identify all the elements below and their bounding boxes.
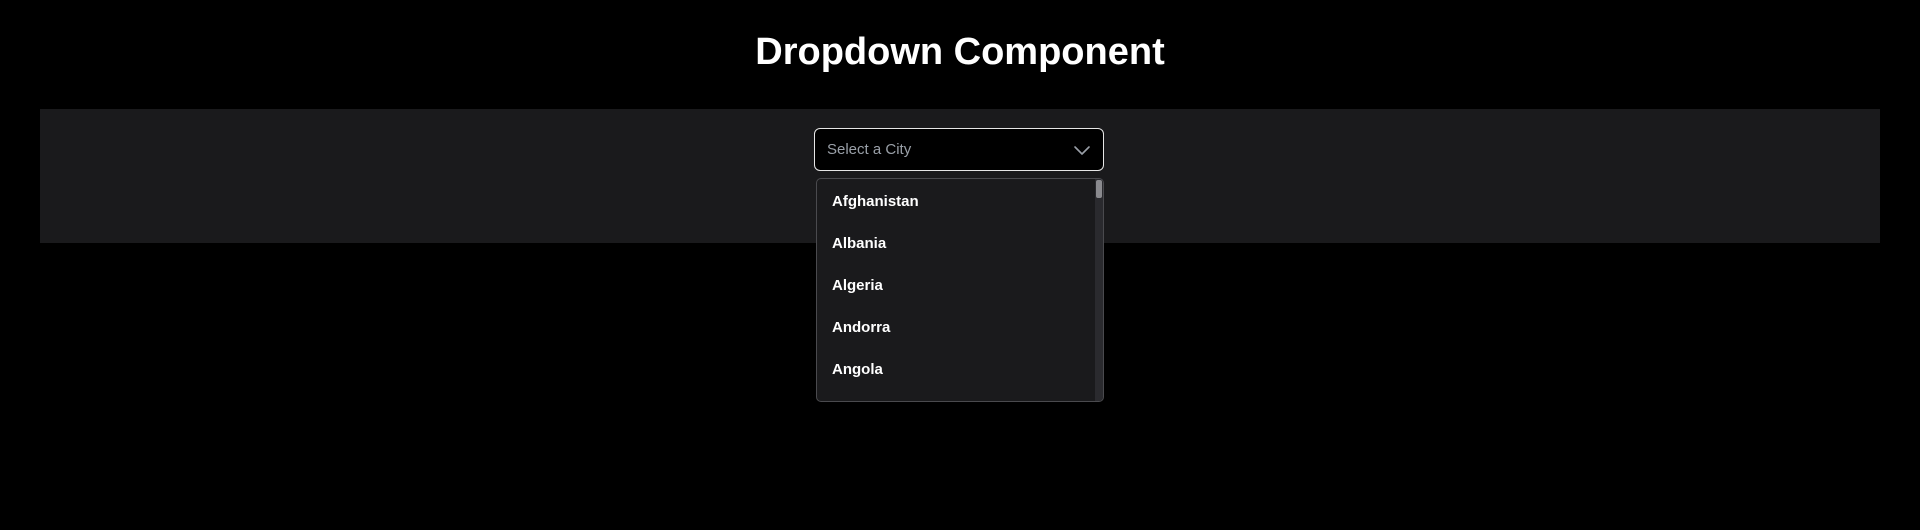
dropdown-option[interactable]: Albania	[817, 223, 1095, 265]
select-placeholder: Select a City	[827, 141, 912, 158]
dropdown-options-list[interactable]: Afghanistan Albania Algeria Andorra Ango…	[816, 178, 1104, 402]
page-title: Dropdown Component	[755, 31, 1165, 73]
dropdown-option[interactable]: Afghanistan	[817, 181, 1095, 223]
scrollbar[interactable]	[1095, 179, 1103, 401]
dropdown-option[interactable]: Algeria	[817, 265, 1095, 307]
dropdown-option[interactable]: Angola	[817, 349, 1095, 391]
scrollbar-thumb[interactable]	[1096, 180, 1102, 198]
page: Dropdown Component Select a City Afghani…	[0, 0, 1920, 530]
dropdown-option[interactable]: Andorra	[817, 307, 1095, 349]
city-select[interactable]: Select a City	[814, 128, 1104, 171]
chevron-down-icon[interactable]	[1073, 141, 1091, 159]
